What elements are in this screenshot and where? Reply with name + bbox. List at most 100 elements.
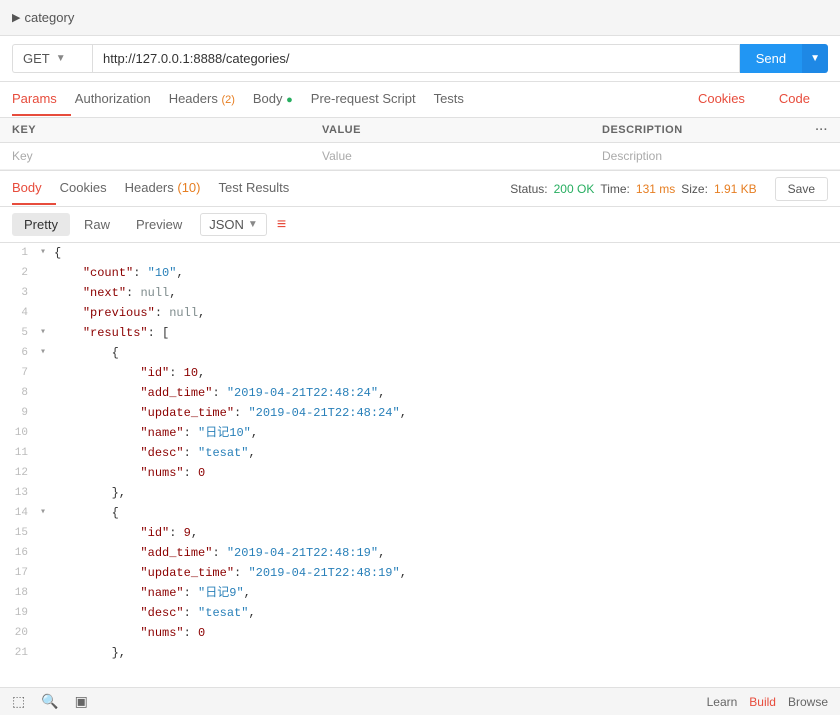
- json-line: 14▾ {: [0, 503, 840, 523]
- tab-cookies-link[interactable]: Cookies: [698, 83, 759, 116]
- format-dropdown-icon: ▼: [248, 219, 258, 230]
- line-number: 16: [0, 543, 40, 563]
- tab-pre-request[interactable]: Pre-request Script: [311, 83, 430, 116]
- json-line: 17 "update_time": "2019-04-21T22:48:19",: [0, 563, 840, 583]
- line-number: 7: [0, 363, 40, 383]
- bottom-icon-1[interactable]: ⬚: [12, 693, 25, 710]
- json-content: "nums": 0: [54, 463, 840, 483]
- json-line: 18 "name": "日记9",: [0, 583, 840, 603]
- tab-code-link[interactable]: Code: [779, 83, 824, 116]
- line-number: 8: [0, 383, 40, 403]
- status-code: 200 OK: [554, 182, 595, 196]
- tab-headers[interactable]: Headers (2): [169, 83, 249, 116]
- param-value-input[interactable]: Value: [322, 149, 602, 163]
- json-content: },: [54, 483, 840, 503]
- json-line: 2 "count": "10",: [0, 263, 840, 283]
- param-key-input[interactable]: Key: [12, 149, 322, 163]
- url-bar: GET ▼ Send ▼: [0, 36, 840, 82]
- wrap-icon[interactable]: ≡: [277, 216, 286, 234]
- status-info: Status: 200 OK Time: 131 ms Size: 1.91 K…: [510, 177, 828, 201]
- json-line: 15 "id": 9,: [0, 523, 840, 543]
- bottom-icon-2[interactable]: 🔍: [41, 693, 58, 710]
- json-line: 7 "id": 10,: [0, 363, 840, 383]
- view-tab-pretty[interactable]: Pretty: [12, 213, 70, 236]
- json-line: 8 "add_time": "2019-04-21T22:48:24",: [0, 383, 840, 403]
- tab-tests[interactable]: Tests: [434, 83, 478, 116]
- json-content: "next": null,: [54, 283, 840, 303]
- send-group: Send ▼: [740, 44, 828, 73]
- send-button[interactable]: Send: [740, 44, 802, 73]
- line-number: 19: [0, 603, 40, 623]
- format-select[interactable]: JSON ▼: [200, 213, 267, 236]
- response-size: 1.91 KB: [714, 182, 757, 196]
- view-tab-preview[interactable]: Preview: [124, 213, 194, 236]
- bottom-build[interactable]: Build: [749, 695, 776, 709]
- json-content: "id": 10,: [54, 363, 840, 383]
- url-input[interactable]: [92, 44, 740, 73]
- resp-tab-test-results[interactable]: Test Results: [218, 172, 303, 205]
- format-label: JSON: [209, 217, 244, 232]
- line-number: 10: [0, 423, 40, 443]
- resp-tab-body[interactable]: Body: [12, 172, 56, 205]
- response-tabs-bar: Body Cookies Headers (10) Test Results S…: [0, 171, 840, 207]
- fold-arrow[interactable]: ▾: [40, 323, 54, 343]
- json-content: "nums": 0: [54, 623, 840, 643]
- bottom-learn[interactable]: Learn: [707, 695, 738, 709]
- line-number: 6: [0, 343, 40, 363]
- json-line: 3 "next": null,: [0, 283, 840, 303]
- json-content: "results": [: [54, 323, 840, 343]
- collection-arrow: ▶: [12, 11, 20, 24]
- save-button[interactable]: Save: [775, 177, 828, 201]
- bottom-icon-3[interactable]: ▣: [75, 693, 88, 710]
- send-dropdown-button[interactable]: ▼: [802, 44, 828, 73]
- line-number: 3: [0, 283, 40, 303]
- fold-arrow[interactable]: ▾: [40, 503, 54, 523]
- tab-authorization[interactable]: Authorization: [75, 83, 165, 116]
- json-line: 21 },: [0, 643, 840, 662]
- json-body[interactable]: 1▾{2 "count": "10",3 "next": null,4 "pre…: [0, 243, 840, 662]
- top-bar: ▶ category: [0, 0, 840, 36]
- json-content: },: [54, 643, 840, 662]
- tab-body[interactable]: Body ●: [253, 83, 307, 116]
- params-row: Key Value Description: [0, 143, 840, 170]
- view-tab-raw[interactable]: Raw: [72, 213, 122, 236]
- view-tabs: Pretty Raw Preview JSON ▼ ≡: [0, 207, 840, 243]
- json-line: 11 "desc": "tesat",: [0, 443, 840, 463]
- body-badge: ●: [286, 94, 293, 106]
- headers-badge: (2): [221, 94, 234, 106]
- json-line: 6▾ {: [0, 343, 840, 363]
- json-content: "add_time": "2019-04-21T22:48:19",: [54, 543, 840, 563]
- col-description: DESCRIPTION: [602, 124, 798, 136]
- param-desc-input[interactable]: Description: [602, 149, 828, 163]
- json-line: 12 "nums": 0: [0, 463, 840, 483]
- json-line: 19 "desc": "tesat",: [0, 603, 840, 623]
- bottom-browse[interactable]: Browse: [788, 695, 828, 709]
- response-time: 131 ms: [636, 182, 675, 196]
- json-content: "update_time": "2019-04-21T22:48:24",: [54, 403, 840, 423]
- json-content: "add_time": "2019-04-21T22:48:24",: [54, 383, 840, 403]
- col-more: ···: [798, 124, 828, 136]
- size-label: Size:: [681, 182, 708, 196]
- col-key: KEY: [12, 124, 322, 136]
- tab-params[interactable]: Params: [12, 83, 71, 116]
- json-content: {: [54, 243, 840, 263]
- json-content: {: [54, 343, 840, 363]
- line-number: 18: [0, 583, 40, 603]
- line-number: 14: [0, 503, 40, 523]
- bottom-bar: ⬚ 🔍 ▣ Learn Build Browse: [0, 687, 840, 715]
- fold-arrow[interactable]: ▾: [40, 343, 54, 363]
- json-line: 16 "add_time": "2019-04-21T22:48:19",: [0, 543, 840, 563]
- method-text: GET: [23, 51, 50, 66]
- json-content: {: [54, 503, 840, 523]
- resp-tab-headers[interactable]: Headers (10): [125, 172, 215, 205]
- resp-tab-cookies[interactable]: Cookies: [60, 172, 121, 205]
- req-tab-right: Cookies Code: [698, 83, 828, 116]
- status-label: Status:: [510, 182, 547, 196]
- json-content: "update_time": "2019-04-21T22:48:19",: [54, 563, 840, 583]
- line-number: 20: [0, 623, 40, 643]
- json-content: "desc": "tesat",: [54, 603, 840, 623]
- line-number: 1: [0, 243, 40, 263]
- method-select[interactable]: GET ▼: [12, 44, 92, 73]
- json-line: 10 "name": "日记10",: [0, 423, 840, 443]
- fold-arrow[interactable]: ▾: [40, 243, 54, 263]
